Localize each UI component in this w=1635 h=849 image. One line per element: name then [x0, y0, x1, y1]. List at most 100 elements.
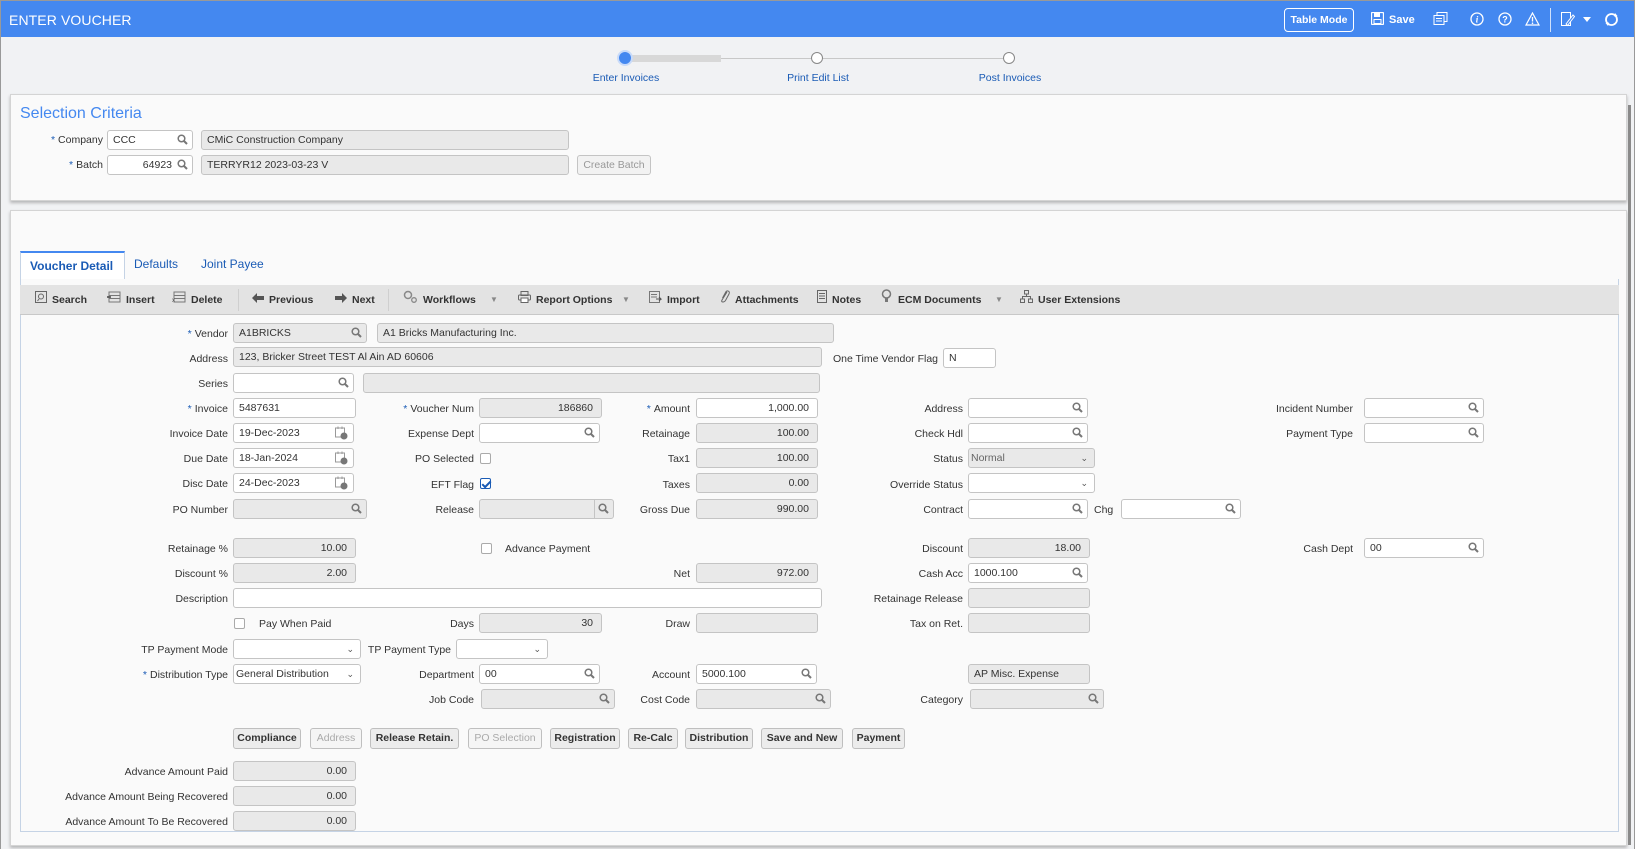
- expense-dept-input[interactable]: [479, 423, 600, 443]
- status-select[interactable]: Normal ⌄: [968, 448, 1095, 468]
- tax-on-ret-field: [968, 613, 1090, 633]
- table-mode-button[interactable]: Table Mode: [1284, 8, 1354, 32]
- insert-button[interactable]: Insert: [107, 285, 155, 315]
- eft-flag-checkbox[interactable]: [480, 478, 491, 489]
- job-code-input[interactable]: [481, 689, 615, 709]
- help-icon[interactable]: ?: [1498, 12, 1512, 26]
- save-button[interactable]: Save: [1370, 11, 1415, 26]
- step-label-print-edit-list[interactable]: Print Edit List: [748, 72, 888, 84]
- distribution-type-select[interactable]: General Distribution ⌄: [233, 664, 361, 684]
- retainage-pct-field: 10.00: [233, 538, 356, 558]
- header-divider: [1550, 8, 1551, 32]
- check-hdl-label: Check Hdl: [914, 428, 963, 440]
- release-input[interactable]: [479, 499, 614, 519]
- due-date-input[interactable]: 18-Jan-2024: [233, 448, 354, 468]
- import-button[interactable]: Import: [649, 285, 700, 315]
- invoice-input[interactable]: 5487631: [233, 398, 356, 418]
- arrow-right-icon: [335, 293, 347, 303]
- step-dot-enter-invoices[interactable]: [617, 50, 633, 66]
- search-button[interactable]: Search: [35, 285, 87, 315]
- cash-dept-input[interactable]: 00: [1364, 538, 1484, 558]
- vendor-input[interactable]: A1BRICKS: [233, 323, 367, 343]
- search-icon: [1072, 427, 1083, 438]
- delete-button[interactable]: x Delete: [172, 285, 223, 315]
- cost-code-input[interactable]: [696, 689, 831, 709]
- user-extensions-button[interactable]: User Extensions: [1020, 285, 1120, 315]
- create-batch-button[interactable]: Create Batch: [577, 155, 651, 175]
- attachments-button[interactable]: Attachments: [720, 285, 799, 315]
- step-label-enter-invoices[interactable]: Enter Invoices: [556, 72, 696, 84]
- step-dot-post-invoices[interactable]: [1003, 52, 1015, 64]
- tab-voucher-detail[interactable]: Voucher Detail: [20, 251, 125, 279]
- refresh-icon[interactable]: [1604, 12, 1619, 27]
- app-header: ENTER VOUCHER Table Mode Save i ?: [1, 0, 1634, 37]
- step-dot-print-edit-list[interactable]: [811, 52, 823, 64]
- account-input[interactable]: 5000.100: [696, 664, 817, 684]
- compliance-button[interactable]: Compliance: [233, 728, 301, 749]
- po-selected-checkbox[interactable]: [480, 453, 491, 464]
- check-hdl-input[interactable]: [968, 423, 1088, 443]
- series-input[interactable]: [233, 373, 354, 393]
- po-number-input[interactable]: [233, 499, 367, 519]
- payment-button[interactable]: Payment: [852, 728, 905, 749]
- batch-input[interactable]: 64923: [107, 155, 193, 175]
- discount-field: 18.00: [968, 538, 1090, 558]
- tab-defaults[interactable]: Defaults: [125, 251, 187, 279]
- account-label: Account: [652, 669, 690, 681]
- disc-date-input[interactable]: 24-Dec-2023: [233, 473, 354, 493]
- next-button[interactable]: Next: [335, 285, 375, 315]
- re-calc-button[interactable]: Re-Calc: [628, 728, 678, 749]
- vertical-scrollbar[interactable]: [1628, 105, 1631, 845]
- advance-amount-paid-field: 0.00: [233, 761, 356, 781]
- tp-payment-mode-select[interactable]: ⌄: [233, 639, 361, 659]
- dropdown-icon[interactable]: [1583, 17, 1591, 23]
- override-status-select[interactable]: ⌄: [968, 473, 1095, 493]
- report-options-dropdown-icon[interactable]: ▼: [622, 285, 630, 315]
- previous-button[interactable]: Previous: [252, 285, 313, 315]
- invoice-date-input[interactable]: 19-Dec-2023: [233, 423, 354, 443]
- pay-when-paid-checkbox[interactable]: [234, 618, 245, 629]
- contract-input[interactable]: [968, 499, 1088, 519]
- copy-icon[interactable]: [1433, 12, 1448, 26]
- toolbar-divider: [388, 289, 389, 311]
- company-input[interactable]: CCC: [107, 130, 193, 150]
- description-input[interactable]: [233, 588, 822, 608]
- tab-joint-payee[interactable]: Joint Payee: [192, 251, 273, 279]
- chg-input[interactable]: [1121, 499, 1241, 519]
- incident-number-input[interactable]: [1364, 398, 1484, 418]
- department-input[interactable]: 00: [479, 664, 600, 684]
- account-desc-field: AP Misc. Expense: [968, 664, 1090, 684]
- registration-button[interactable]: Registration: [550, 728, 620, 749]
- workflows-dropdown-icon[interactable]: ▼: [490, 285, 498, 315]
- ecm-documents-dropdown-icon[interactable]: ▼: [995, 285, 1003, 315]
- address2-input[interactable]: [968, 398, 1088, 418]
- one-time-vendor-flag-input[interactable]: N: [943, 348, 996, 368]
- category-input[interactable]: [970, 689, 1104, 709]
- chg-label: Chg: [1094, 504, 1114, 516]
- ecm-documents-button[interactable]: ECM Documents: [880, 285, 981, 315]
- info-icon[interactable]: i: [1470, 12, 1484, 26]
- notes-button[interactable]: Notes: [817, 285, 861, 315]
- search-icon: [351, 327, 362, 338]
- report-options-button[interactable]: Report Options: [518, 285, 612, 315]
- voucher-num-field: 186860: [479, 398, 602, 418]
- retainage-field: 100.00: [696, 423, 818, 443]
- workflows-button[interactable]: Workflows: [403, 285, 476, 315]
- distribution-button[interactable]: Distribution: [685, 728, 753, 749]
- tp-payment-type-select[interactable]: ⌄: [456, 639, 548, 659]
- payment-type-input[interactable]: [1364, 423, 1484, 443]
- amount-input[interactable]: 1,000.00: [696, 398, 818, 418]
- edit-icon[interactable]: [1561, 12, 1575, 27]
- po-selection-button[interactable]: PO Selection: [468, 728, 542, 749]
- series-desc-field: [363, 373, 820, 393]
- save-and-new-button[interactable]: Save and New: [761, 728, 843, 749]
- search-icon: [584, 668, 595, 679]
- release-retain-button[interactable]: Release Retain.: [370, 728, 459, 749]
- cash-acc-input[interactable]: 1000.100: [968, 563, 1088, 583]
- tax-on-ret-label: Tax on Ret.: [909, 618, 963, 630]
- address-button[interactable]: Address: [310, 728, 362, 749]
- warning-icon[interactable]: [1525, 12, 1540, 26]
- advance-payment-checkbox[interactable]: [481, 543, 492, 554]
- chevron-down-icon: ⌄: [1080, 453, 1088, 463]
- step-label-post-invoices[interactable]: Post Invoices: [940, 72, 1080, 84]
